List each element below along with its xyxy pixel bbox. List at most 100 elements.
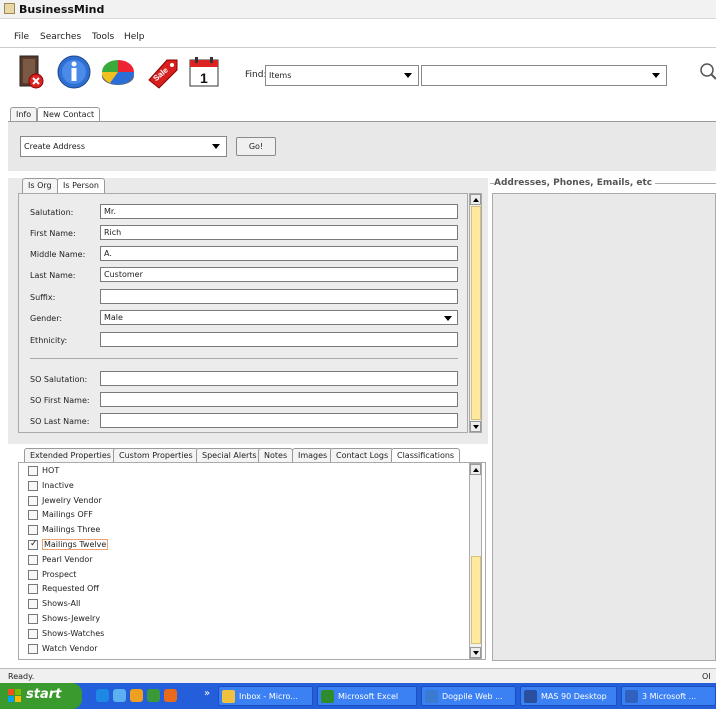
sale-tag-icon[interactable]: Sale [145,54,181,90]
classification-item[interactable]: Pearl Vendor [28,554,228,567]
taskbar-inbox-label: Inbox - Micro... [239,692,298,701]
scroll-down-icon[interactable] [470,421,481,432]
classification-label: Requested Off [42,584,99,594]
tab-info[interactable]: Info [10,107,38,122]
menu-file[interactable]: File [14,32,29,42]
outlook-icon[interactable] [130,689,143,702]
so-salutation-field[interactable] [100,371,458,386]
action-select[interactable]: Create Address [20,136,227,157]
tab-is-person[interactable]: Is Person [57,178,105,193]
first-name-field[interactable]: Rich [100,225,458,240]
classifications-scrollbar[interactable] [469,463,482,659]
taskbar-excel[interactable]: Microsoft Excel [317,686,417,706]
chevron-down-icon [444,316,452,321]
checkbox[interactable] [28,539,38,550]
classification-item[interactable]: Inactive [28,480,228,493]
checkbox[interactable] [28,584,38,595]
taskbar-microsoft[interactable]: 3 Microsoft ... [621,686,716,706]
taskbar-dogpile[interactable]: Dogpile Web ... [421,686,516,706]
classification-item[interactable]: Shows-Jewelry [28,613,228,626]
scroll-thumb[interactable] [471,206,481,420]
classification-item[interactable]: Requested Off [28,583,228,596]
classification-item[interactable]: Prospect [28,569,228,582]
go-button[interactable]: Go! [236,137,276,156]
tab-new-contact[interactable]: New Contact [37,107,101,122]
last-name-field[interactable]: Customer [100,267,458,282]
checkbox[interactable] [28,466,38,476]
so-last-name-field[interactable] [100,413,458,428]
classification-label: Watch Vendor [42,643,98,653]
tab-contact-logs[interactable]: Contact Logs [330,448,395,463]
classification-label: Pearl Vendor [42,554,93,564]
tab-classifications[interactable]: Classifications [391,448,461,463]
start-button[interactable]: start [0,683,82,709]
spreadsheet-icon[interactable] [147,689,160,702]
tab-notes[interactable]: Notes [258,448,294,463]
tab-custom-properties[interactable]: Custom Properties [113,448,199,463]
exit-icon[interactable] [14,54,50,90]
gender-select[interactable]: Male [100,310,458,325]
taskbar-inbox[interactable]: Inbox - Micro... [218,686,313,706]
salutation-field[interactable]: Mr. [100,204,458,219]
classification-item[interactable]: Shows-All [28,598,228,611]
scroll-thumb[interactable] [471,556,481,644]
checkbox[interactable] [28,643,38,654]
classification-label: Prospect [42,569,77,579]
search-icon[interactable] [697,62,716,81]
classification-item[interactable]: Mailings OFF [28,509,228,522]
scroll-down-icon[interactable] [470,647,481,658]
classification-item[interactable]: Mailings Three [28,524,228,537]
checkbox[interactable] [28,525,38,536]
find-type-select[interactable]: Items [265,65,419,86]
browser-icon [425,690,438,703]
checkbox[interactable] [28,614,38,624]
checkbox[interactable] [28,569,38,580]
menu-tools[interactable]: Tools [92,32,114,42]
firefox-icon[interactable] [164,689,177,702]
classification-item[interactable]: Jewelry Vendor [28,495,228,508]
calendar-day: 1 [200,70,208,86]
ethnicity-field[interactable] [100,332,458,347]
checkbox[interactable] [28,554,38,565]
action-select-value: Create Address [24,142,85,151]
scroll-up-icon[interactable] [470,464,481,475]
quicklaunch-more[interactable]: » [204,688,210,699]
browser-icon[interactable] [113,689,126,702]
menu-help[interactable]: Help [124,32,145,42]
checkbox[interactable] [28,510,38,521]
checkbox[interactable] [28,628,38,639]
find-input[interactable] [421,65,667,86]
ie-icon[interactable] [96,689,109,702]
classification-item[interactable]: HOT [28,465,228,478]
classification-item[interactable]: Watch Vendor [28,643,228,656]
so-last-name-label: SO Last Name: [30,417,90,426]
info-icon[interactable] [56,54,92,90]
pie-chart-icon[interactable] [100,54,136,90]
suffix-field[interactable] [100,289,458,304]
taskbar-mas90[interactable]: MAS 90 Desktop [520,686,617,706]
so-first-name-label: SO First Name: [30,396,90,405]
tab-images[interactable]: Images [292,448,334,463]
so-first-name-field[interactable] [100,392,458,407]
tab-special-alerts[interactable]: Special Alerts [196,448,263,463]
find-type-value: Items [269,71,292,80]
checkbox[interactable] [28,480,38,491]
salutation-label: Salutation: [30,208,74,217]
contact-details-area [492,193,716,661]
menu-searches[interactable]: Searches [40,32,81,42]
scroll-up-icon[interactable] [470,194,481,205]
window-title: BusinessMind [19,3,105,16]
checkbox[interactable] [28,599,38,610]
checkbox[interactable] [28,495,38,506]
classification-label: Shows-Watches [42,628,105,638]
app-icon [4,3,15,14]
form-scrollbar[interactable] [469,193,482,433]
tab-extended-properties[interactable]: Extended Properties [24,448,117,463]
gender-label: Gender: [30,314,63,323]
status-bar: Ready. OI [0,668,716,683]
calendar-icon[interactable]: 1 [186,54,222,90]
classification-item[interactable]: Mailings Twelve [28,539,228,552]
middle-name-field[interactable]: A. [100,246,458,261]
tab-is-org[interactable]: Is Org [22,178,58,193]
classification-item[interactable]: Shows-Watches [28,628,228,641]
